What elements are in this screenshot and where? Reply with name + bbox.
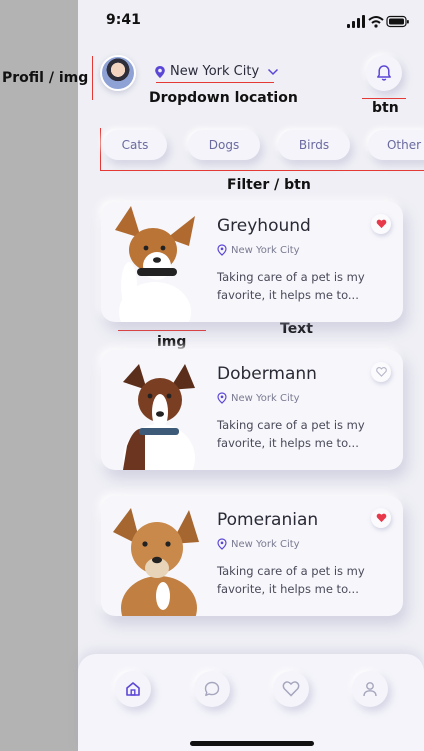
annotation-line <box>92 56 93 100</box>
status-icons <box>347 15 409 28</box>
pet-photo <box>123 364 195 470</box>
location-label: New York City <box>170 64 260 79</box>
annotation-img: img <box>157 334 187 350</box>
annotation-line <box>156 82 274 83</box>
pet-location: New York City <box>217 538 300 550</box>
annotation-line <box>100 170 424 171</box>
user-icon <box>363 682 377 697</box>
chat-icon <box>204 681 220 697</box>
filter-other[interactable]: Other <box>368 130 424 160</box>
heart-filled-icon <box>376 219 386 229</box>
annotation-line <box>100 128 101 170</box>
pet-location-label: New York City <box>231 244 300 256</box>
annotation-panel <box>0 0 78 751</box>
annotation-bell: btn <box>372 100 399 116</box>
nav-chat-button[interactable] <box>194 671 230 707</box>
favorite-button[interactable] <box>371 214 391 234</box>
nav-favorites-button[interactable] <box>273 671 309 707</box>
pet-description: Taking care of a pet is my favorite, it … <box>217 418 365 450</box>
annotation-text: Text <box>280 321 313 337</box>
pet-description: Taking care of a pet is my favorite, it … <box>217 270 365 302</box>
location-pin-icon <box>155 65 165 78</box>
signal-icon <box>347 15 365 28</box>
annotation-line <box>362 98 406 99</box>
pet-name: Pomeranian <box>217 510 319 530</box>
chevron-down-icon <box>268 68 279 75</box>
location-pin-icon <box>217 244 227 256</box>
filter-cats[interactable]: Cats <box>103 130 167 160</box>
favorite-button[interactable] <box>371 508 391 528</box>
pet-photo <box>115 206 195 322</box>
pet-photo <box>113 508 199 616</box>
annotation-filter: Filter / btn <box>227 177 311 193</box>
location-pin-icon <box>217 392 227 404</box>
pet-location-label: New York City <box>231 538 300 550</box>
heart-outline-icon <box>375 367 387 377</box>
notification-button[interactable] <box>366 55 402 91</box>
location-pin-icon <box>217 538 227 550</box>
battery-icon <box>386 15 409 28</box>
annotation-dropdown: Dropdown location <box>149 90 298 106</box>
pet-name: Dobermann <box>217 364 317 384</box>
filter-birds[interactable]: Birds <box>278 130 350 160</box>
pet-location: New York City <box>217 392 300 404</box>
nav-profile-button[interactable] <box>352 671 388 707</box>
pet-location-label: New York City <box>231 392 300 404</box>
location-dropdown[interactable]: New York City <box>154 64 279 79</box>
annotation-profile: Profil / img <box>2 70 89 86</box>
profile-avatar[interactable] <box>100 55 136 91</box>
pet-card[interactable]: Pomeranian New York City Taking care of … <box>101 496 403 616</box>
heart-icon <box>282 681 300 697</box>
nav-home-button[interactable] <box>115 671 151 707</box>
pet-description: Taking care of a pet is my favorite, it … <box>217 564 365 596</box>
status-time: 9:41 <box>106 12 141 28</box>
wifi-icon <box>368 16 384 24</box>
pet-card[interactable]: Greyhound New York City Taking care of a… <box>101 202 403 322</box>
pet-name: Greyhound <box>217 216 311 236</box>
home-icon <box>126 682 140 696</box>
pet-location: New York City <box>217 244 300 256</box>
pet-card[interactable]: Dobermann New York City Taking care of a… <box>101 350 403 470</box>
home-indicator <box>190 741 314 746</box>
favorite-button[interactable] <box>371 362 391 382</box>
heart-filled-icon <box>376 513 386 523</box>
filter-dogs[interactable]: Dogs <box>188 130 260 160</box>
annotation-line <box>118 330 206 331</box>
bell-icon <box>377 65 391 81</box>
